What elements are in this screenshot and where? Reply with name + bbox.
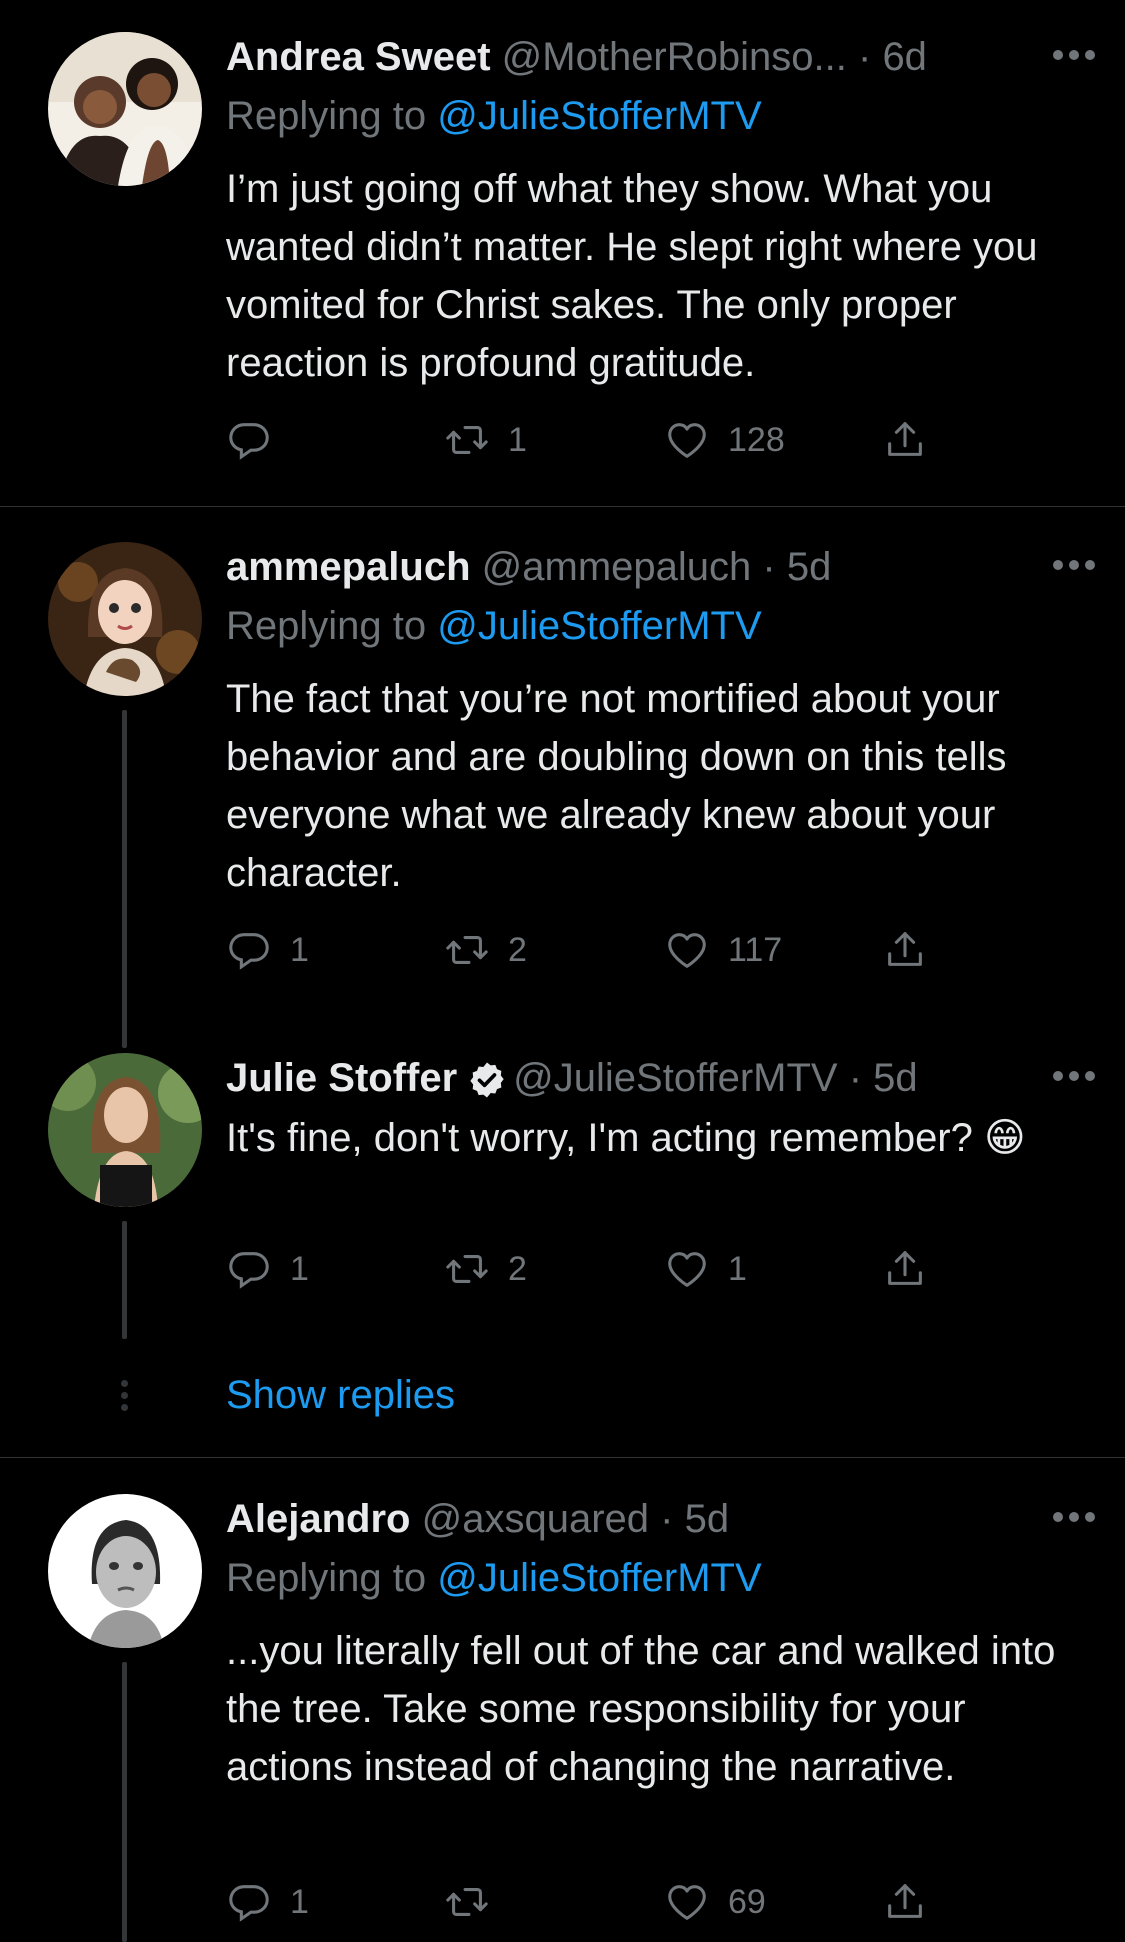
avatar[interactable] xyxy=(48,1494,202,1648)
more-options-icon[interactable] xyxy=(1053,560,1095,572)
timestamp[interactable]: 5d xyxy=(787,545,832,589)
retweet-count: 1 xyxy=(508,420,527,459)
share-button[interactable] xyxy=(882,920,928,980)
retweet-icon xyxy=(444,417,490,463)
tweet-text: I’m just going off what they show. What … xyxy=(226,167,1038,385)
share-button[interactable] xyxy=(882,1239,928,1299)
mention-link[interactable]: @JulieStofferMTV xyxy=(437,1556,761,1600)
like-count: 1 xyxy=(728,1249,747,1288)
like-icon xyxy=(664,1246,710,1292)
replying-to: Replying to @JulieStofferMTV xyxy=(226,90,762,142)
retweet-icon xyxy=(444,1246,490,1292)
reply-button[interactable]: 1 xyxy=(226,1872,309,1932)
tweet-text: ...you literally fell out of the car and… xyxy=(226,1629,1056,1789)
replying-to-prefix: Replying to xyxy=(226,94,438,138)
user-handle[interactable]: @MotherRobinso... xyxy=(502,35,847,79)
share-icon xyxy=(882,1879,928,1925)
user-handle[interactable]: @ammepaluch xyxy=(482,545,752,589)
reply-count: 1 xyxy=(290,930,309,969)
user-handle[interactable]: @JulieStofferMTV xyxy=(513,1056,837,1100)
display-name[interactable]: Alejandro xyxy=(226,1497,410,1541)
mention-link[interactable]: @JulieStofferMTV xyxy=(437,604,761,648)
like-icon xyxy=(664,1879,710,1925)
retweet-icon xyxy=(444,1879,490,1925)
tweet-header: Andrea Sweet @MotherRobinso... · 6d xyxy=(226,32,1085,82)
separator-dot: · xyxy=(857,35,872,79)
tweet-header: Julie Stoffer @JulieStofferMTV · 5d xyxy=(226,1053,1085,1103)
reply-button[interactable] xyxy=(226,410,290,470)
retweet-button[interactable] xyxy=(444,1872,508,1932)
tweet-actions: 1 69 xyxy=(226,1872,1006,1932)
separator-dot: · xyxy=(848,1056,863,1100)
reply-icon xyxy=(226,1879,272,1925)
thread-more-icon xyxy=(118,1380,130,1416)
avatar[interactable] xyxy=(48,32,202,186)
like-count: 69 xyxy=(728,1882,766,1921)
tweet-text: It's fine, don't worry, I'm acting remem… xyxy=(226,1116,1026,1160)
user-handle[interactable]: @axsquared xyxy=(422,1497,649,1541)
retweet-button[interactable]: 1 xyxy=(444,410,527,470)
reply-icon xyxy=(226,1246,272,1292)
replying-to: Replying to @JulieStofferMTV xyxy=(226,600,762,652)
like-button[interactable]: 1 xyxy=(664,1239,747,1299)
share-button[interactable] xyxy=(882,1872,928,1932)
like-button[interactable]: 117 xyxy=(664,920,782,980)
display-name[interactable]: Andrea Sweet xyxy=(226,35,491,79)
divider xyxy=(0,506,1125,507)
retweet-icon xyxy=(444,927,490,973)
like-count: 128 xyxy=(728,420,785,459)
reply-count: 1 xyxy=(290,1882,309,1921)
avatar[interactable] xyxy=(48,542,202,696)
like-icon xyxy=(664,927,710,973)
retweet-count: 2 xyxy=(508,1249,527,1288)
tweet-actions: 1 2 1 xyxy=(226,1239,1006,1299)
separator-dot: · xyxy=(660,1497,674,1541)
show-replies-link[interactable]: Show replies xyxy=(226,1373,455,1418)
verified-badge-icon xyxy=(470,1062,504,1098)
timestamp[interactable]: 5d xyxy=(873,1056,918,1100)
retweet-button[interactable]: 2 xyxy=(444,920,527,980)
timestamp[interactable]: 6d xyxy=(882,35,927,79)
more-options-icon[interactable] xyxy=(1053,50,1095,62)
reply-count: 1 xyxy=(290,1249,309,1288)
retweet-count: 2 xyxy=(508,930,527,969)
tweet-actions: 1 128 xyxy=(226,410,1006,470)
replying-to-prefix: Replying to xyxy=(226,604,438,648)
share-icon xyxy=(882,927,928,973)
thread-line xyxy=(122,1662,127,1942)
reply-icon xyxy=(226,417,272,463)
like-icon xyxy=(664,417,710,463)
share-icon xyxy=(882,1246,928,1292)
thread-line xyxy=(122,1221,127,1339)
tweet-header: ammepaluch @ammepaluch · 5d xyxy=(226,542,1085,592)
replying-to-prefix: Replying to xyxy=(226,1556,438,1600)
timestamp[interactable]: 5d xyxy=(685,1497,730,1541)
retweet-button[interactable]: 2 xyxy=(444,1239,527,1299)
like-button[interactable]: 128 xyxy=(664,410,785,470)
replying-to: Replying to @JulieStofferMTV xyxy=(226,1552,762,1604)
more-options-icon[interactable] xyxy=(1053,1512,1095,1524)
mention-link[interactable]: @JulieStofferMTV xyxy=(437,94,761,138)
divider xyxy=(0,1457,1125,1458)
thread-line xyxy=(122,710,127,1048)
separator-dot: · xyxy=(762,545,776,589)
display-name[interactable]: Julie Stoffer xyxy=(226,1056,457,1100)
like-button[interactable]: 69 xyxy=(664,1872,766,1932)
share-button[interactable] xyxy=(882,410,928,470)
more-options-icon[interactable] xyxy=(1053,1071,1095,1083)
tweet-actions: 1 2 117 xyxy=(226,920,1006,980)
share-icon xyxy=(882,417,928,463)
tweet-header: Alejandro @axsquared · 5d xyxy=(226,1494,1085,1544)
tweet-text: The fact that you’re not mortified about… xyxy=(226,677,1007,895)
avatar[interactable] xyxy=(48,1053,202,1207)
reply-button[interactable]: 1 xyxy=(226,920,309,980)
display-name[interactable]: ammepaluch xyxy=(226,545,471,589)
like-count: 117 xyxy=(728,930,783,969)
reply-icon xyxy=(226,927,272,973)
reply-button[interactable]: 1 xyxy=(226,1239,309,1299)
